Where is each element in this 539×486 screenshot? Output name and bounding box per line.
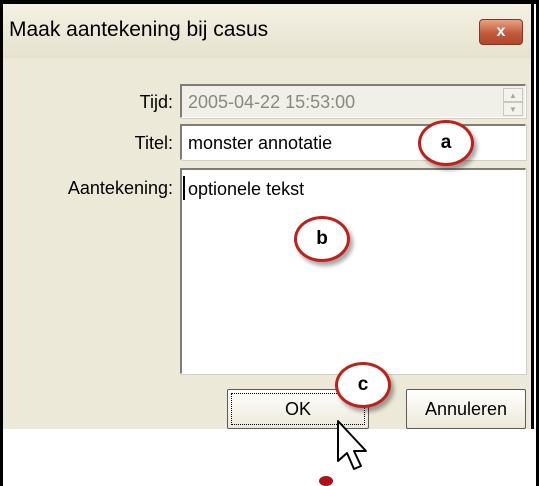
tijd-field: 2005-04-22 15:53:00 ▲ ▼	[180, 84, 526, 118]
aantekening-textarea[interactable]: optionele tekst	[180, 168, 526, 374]
callout-c-label: c	[357, 374, 369, 395]
cancel-button[interactable]: Annuleren	[406, 389, 526, 429]
callout-a-label: a	[440, 132, 452, 153]
callout-a: a	[418, 120, 474, 166]
spin-up-icon: ▲	[503, 88, 523, 102]
frame-inner-right-border	[531, 4, 534, 429]
dialog-title: Maak aantekening bij casus	[9, 18, 269, 41]
callout-b: b	[294, 216, 350, 262]
ok-label: OK	[284, 398, 311, 419]
titel-input[interactable]: monster annotatie	[180, 124, 526, 160]
aantekening-value: optionele tekst	[188, 179, 305, 199]
tijd-label: Tijd:	[139, 92, 173, 112]
red-marker-dot	[319, 476, 333, 486]
titel-label: Titel:	[134, 133, 173, 153]
spin-down-icon: ▼	[503, 102, 523, 116]
text-caret	[183, 176, 185, 200]
titel-value: monster annotatie	[188, 133, 333, 153]
title-bar: Maak aantekening bij casus x	[3, 4, 531, 58]
callout-b-label: b	[316, 228, 328, 249]
annotation-dialog: Maak aantekening bij casus x Tijd: 2005-…	[3, 4, 531, 429]
close-button[interactable]: x	[479, 19, 523, 45]
close-icon: x	[496, 23, 506, 40]
callout-c: c	[335, 362, 391, 408]
cancel-label: Annuleren	[424, 398, 508, 419]
tijd-value: 2005-04-22 15:53:00	[188, 92, 356, 112]
aantekening-label: Aantekening:	[67, 178, 173, 198]
time-spinner: ▲ ▼	[503, 88, 523, 116]
mouse-cursor-icon	[337, 420, 367, 470]
